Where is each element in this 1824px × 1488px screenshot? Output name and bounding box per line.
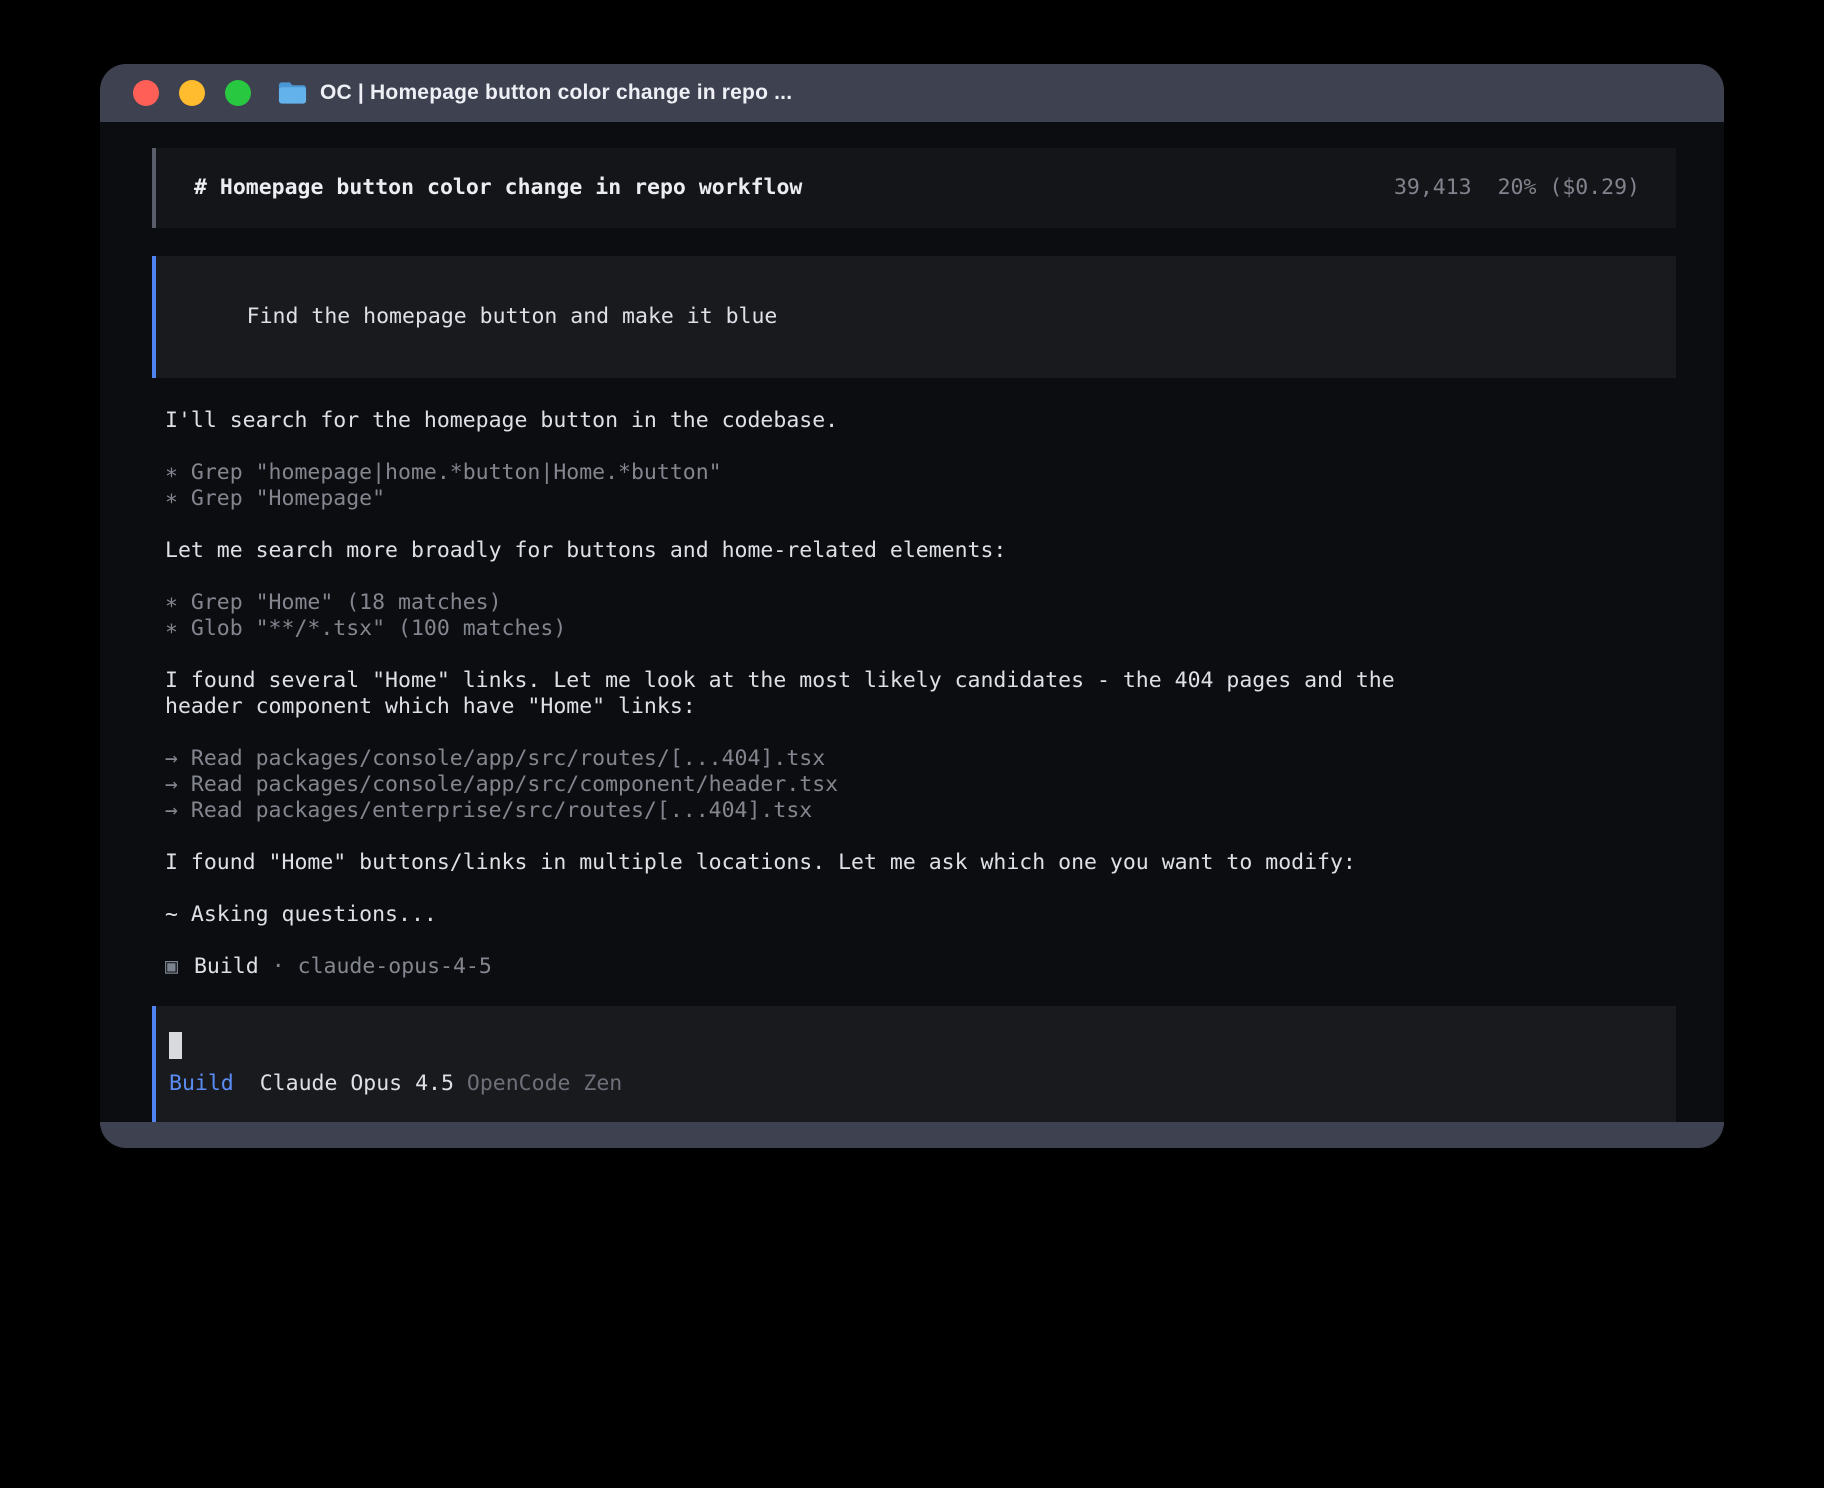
user-message: Find the homepage button and make it blu… bbox=[152, 256, 1676, 378]
window-bottom-edge bbox=[100, 1122, 1724, 1148]
tool-call-read: → Read packages/enterprise/src/routes/[.… bbox=[165, 798, 1676, 824]
input-status-line: Build Claude Opus 4.5 OpenCode Zen bbox=[169, 1071, 1640, 1097]
terminal-window: OC | Homepage button color change in rep… bbox=[100, 64, 1724, 1148]
tool-call-read: → Read packages/console/app/src/routes/[… bbox=[165, 746, 1676, 772]
minimize-button[interactable] bbox=[179, 80, 205, 106]
tool-call-grep: ∗ Grep "Homepage" bbox=[165, 486, 1676, 512]
assistant-message: I found several "Home" links. Let me loo… bbox=[165, 668, 1445, 720]
status-asking-questions: ~ Asking questions... bbox=[165, 902, 1676, 928]
user-message-text: Find the homepage button and make it blu… bbox=[247, 304, 778, 329]
window-title: OC | Homepage button color change in rep… bbox=[320, 81, 792, 105]
agent-icon: ▣ bbox=[165, 954, 178, 980]
session-stats: 39,413 20% ($0.29) bbox=[1394, 175, 1640, 201]
window-titlebar[interactable]: OC | Homepage button color change in rep… bbox=[100, 64, 1724, 122]
zoom-button[interactable] bbox=[225, 80, 251, 106]
text-cursor bbox=[169, 1032, 182, 1059]
provider-label: OpenCode Zen bbox=[467, 1071, 622, 1097]
agent-status-row: ▣ Build · claude-opus-4-5 bbox=[165, 954, 1676, 980]
terminal-content[interactable]: # Homepage button color change in repo w… bbox=[100, 122, 1724, 1122]
agent-mode-label[interactable]: Build bbox=[169, 1071, 234, 1097]
context-usage: 20% ($0.29) bbox=[1498, 175, 1640, 201]
agent-name: Build bbox=[194, 954, 259, 980]
model-label[interactable]: Claude Opus 4.5 bbox=[260, 1071, 454, 1097]
assistant-message: I found "Home" buttons/links in multiple… bbox=[165, 850, 1676, 876]
close-button[interactable] bbox=[133, 80, 159, 106]
token-count: 39,413 bbox=[1394, 175, 1472, 201]
tool-call-read: → Read packages/console/app/src/componen… bbox=[165, 772, 1676, 798]
separator-dot: · bbox=[272, 954, 285, 980]
agent-model: claude-opus-4-5 bbox=[298, 954, 492, 980]
assistant-message: I'll search for the homepage button in t… bbox=[165, 408, 1676, 434]
transcript: I'll search for the homepage button in t… bbox=[152, 408, 1676, 980]
folder-icon bbox=[277, 80, 308, 106]
tool-call-glob: ∗ Glob "**/*.tsx" (100 matches) bbox=[165, 616, 1676, 642]
session-header: # Homepage button color change in repo w… bbox=[152, 148, 1676, 228]
tool-call-grep: ∗ Grep "homepage|home.*button|Home.*butt… bbox=[165, 460, 1676, 486]
traffic-lights bbox=[133, 80, 251, 106]
prompt-input[interactable]: Build Claude Opus 4.5 OpenCode Zen bbox=[152, 1006, 1676, 1122]
assistant-message: Let me search more broadly for buttons a… bbox=[165, 538, 1676, 564]
session-title: # Homepage button color change in repo w… bbox=[194, 175, 802, 201]
tool-call-grep: ∗ Grep "Home" (18 matches) bbox=[165, 590, 1676, 616]
